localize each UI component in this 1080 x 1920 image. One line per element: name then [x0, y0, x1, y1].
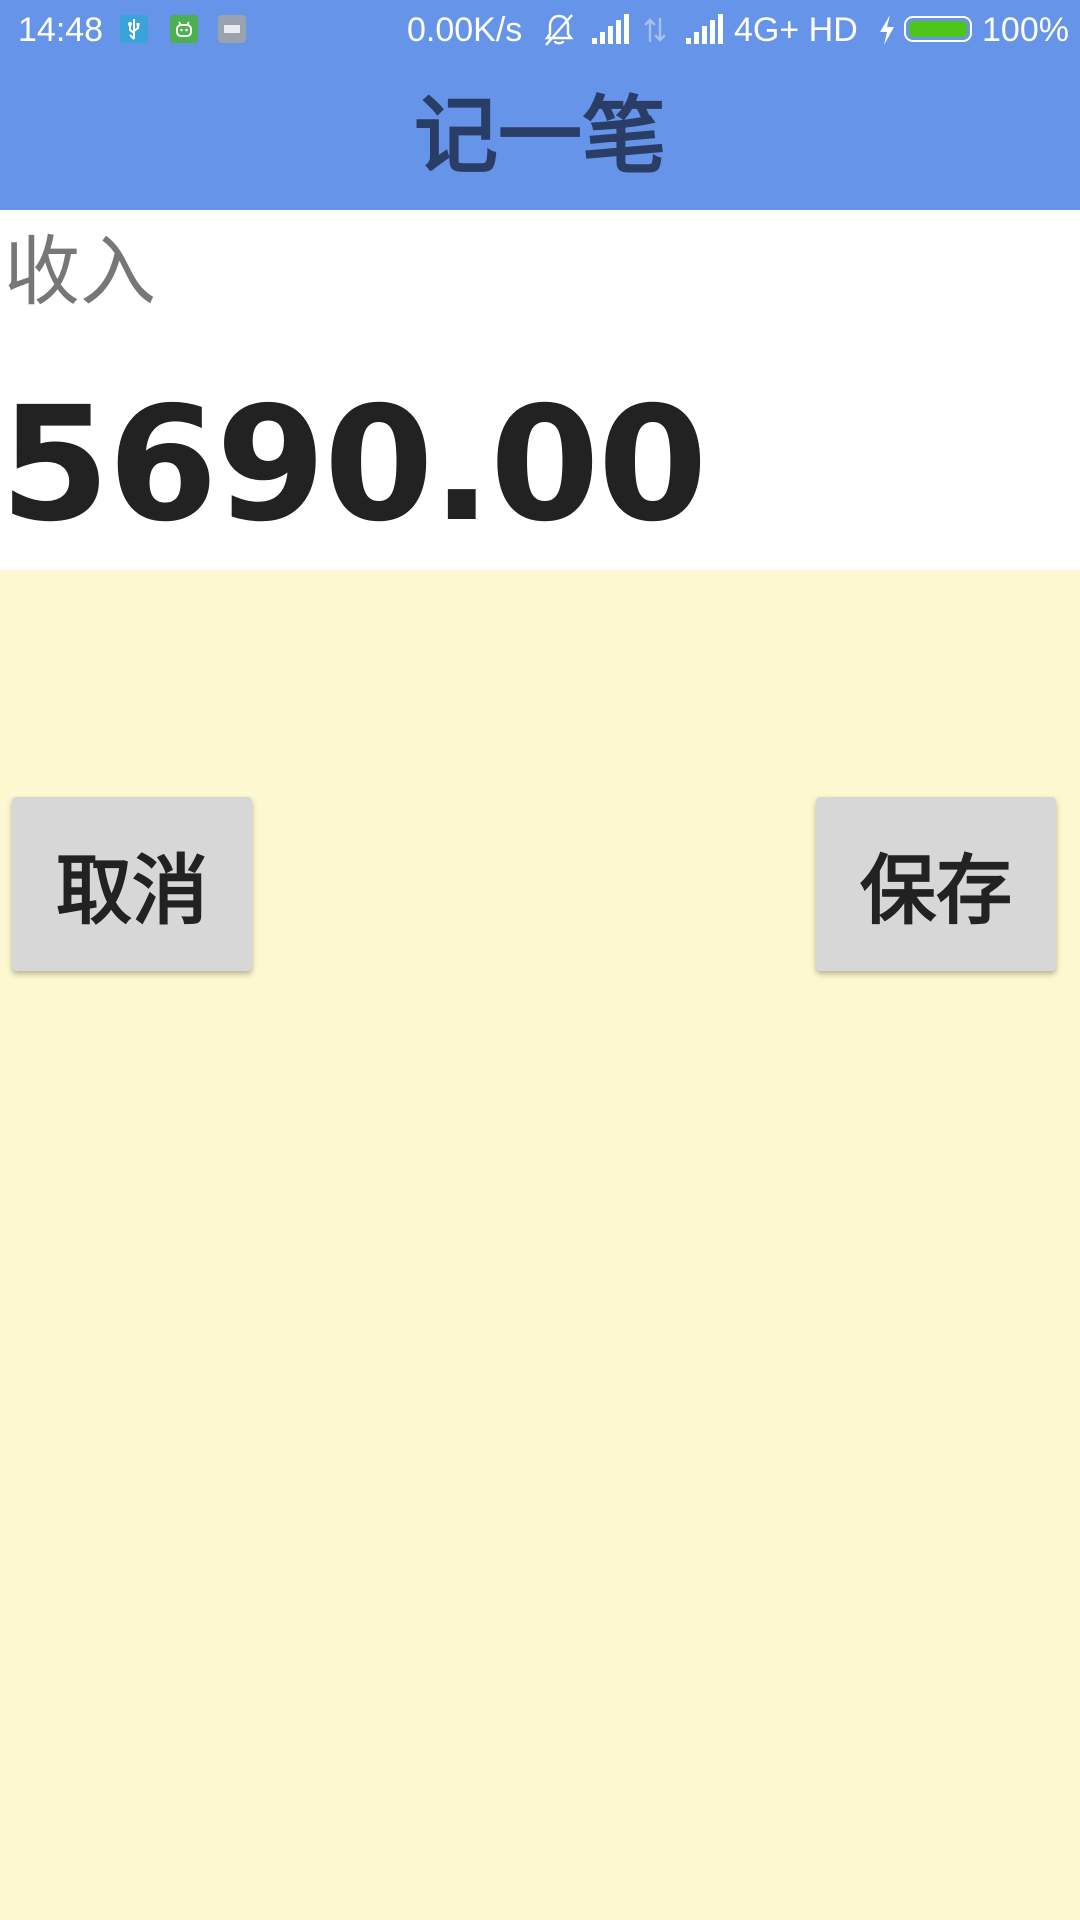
network-speed: 0.00K/s [407, 11, 523, 49]
data-arrows-icon [644, 18, 666, 42]
amount-display: 5690.00 [0, 373, 708, 557]
bell-muted-icon [544, 14, 574, 46]
signal-icon [686, 14, 723, 44]
status-time: 14:48 [18, 11, 104, 49]
status-bar: 14:48 0.00K/s 4G+ HD 100% [0, 0, 1080, 60]
save-button[interactable]: 保存 [816, 797, 1056, 971]
android-debug-icon [170, 15, 198, 43]
charging-bolt-icon [880, 15, 894, 45]
signal-icon [592, 14, 629, 44]
battery-icon [904, 16, 972, 42]
cancel-button[interactable]: 取消 [12, 797, 252, 971]
page-title: 记一笔 [413, 87, 666, 185]
battery-level-fill [909, 21, 967, 37]
app-header: 14:48 0.00K/s 4G+ HD 100% 记一笔 [0, 0, 1080, 210]
battery-percent: 100% [982, 11, 1069, 49]
document-icon [218, 15, 246, 43]
usb-icon [120, 15, 148, 43]
network-type: 4G+ HD [734, 11, 858, 49]
entry-summary-card: 收入 5690.00 [0, 210, 1080, 570]
entry-type-label: 收入 [4, 227, 156, 316]
